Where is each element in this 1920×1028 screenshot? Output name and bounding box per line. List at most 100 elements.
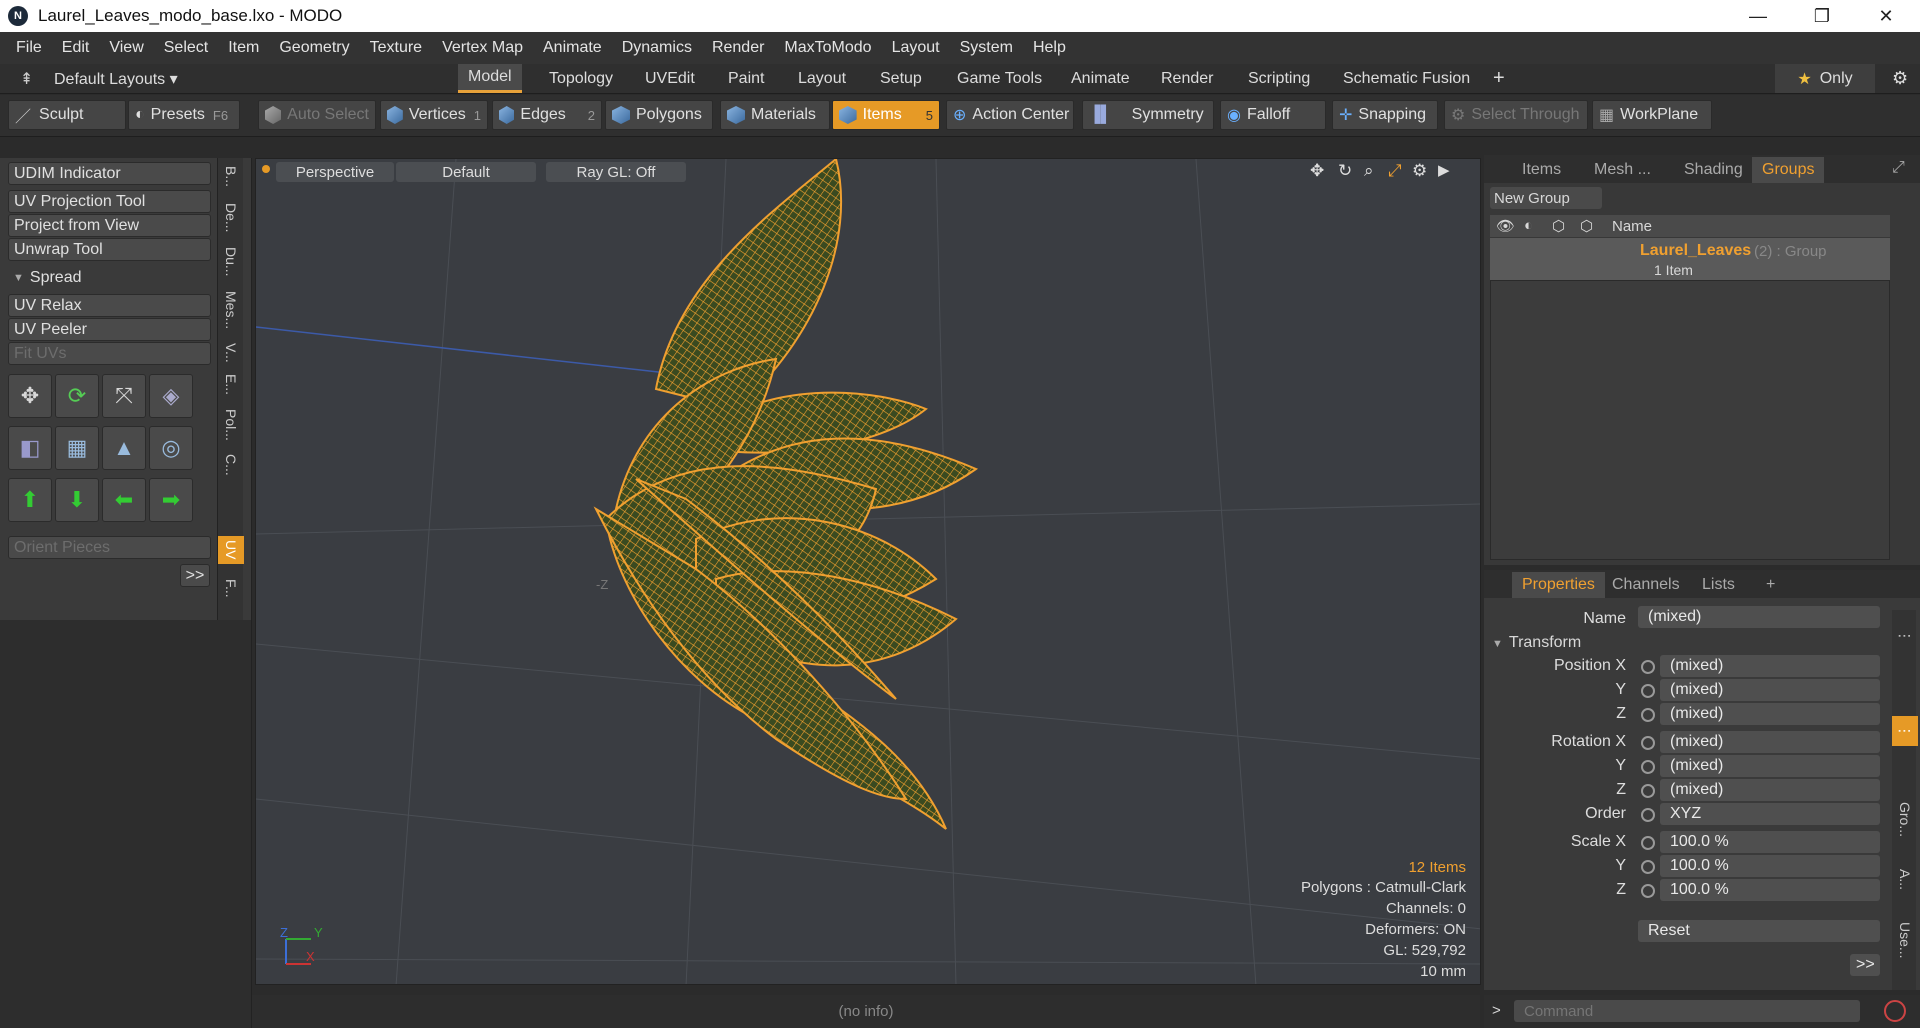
menu-layout[interactable]: Layout [882, 39, 950, 57]
select-through-button[interactable]: ⚙ Select Through [1444, 100, 1588, 130]
position-y-field[interactable]: (mixed) [1660, 679, 1880, 701]
tab-groups[interactable]: Groups [1752, 157, 1825, 183]
tab-scripting[interactable]: Scripting [1238, 64, 1320, 93]
viewport-dot-icon[interactable] [262, 165, 270, 173]
layout-arrow-icon[interactable]: ⇞ [10, 64, 43, 93]
menu-item[interactable]: Item [218, 39, 269, 57]
arrow-down-icon[interactable]: ⬇ [55, 478, 99, 522]
uv-box-icon[interactable]: ◈ [149, 374, 193, 418]
vertices-button[interactable]: Vertices 1 [380, 100, 488, 130]
presets-button[interactable]: ◐ Presets F6 [128, 100, 240, 130]
shading-dropdown[interactable]: Default [396, 162, 536, 182]
scale-y-anim-icon[interactable] [1641, 860, 1655, 874]
vtab-vertex[interactable]: V... [218, 338, 244, 368]
vtab-basic[interactable]: B... [218, 160, 244, 194]
rotation-x-field[interactable]: (mixed) [1660, 731, 1880, 753]
side-tab-assembly[interactable]: A... [1892, 860, 1918, 900]
uv-relax-button[interactable]: UV Relax [8, 294, 211, 317]
lock-icon[interactable]: ⬡ [1552, 217, 1565, 235]
uv-sphere-icon[interactable]: ◎ [149, 426, 193, 470]
maximize-icon[interactable]: ⤢ [1388, 161, 1402, 181]
arrow-up-icon[interactable]: ⬆ [8, 478, 52, 522]
unwrap-tool-button[interactable]: Unwrap Tool [8, 238, 211, 261]
close-button[interactable]: ✕ [1854, 0, 1918, 32]
viewport-gear-icon[interactable]: ⚙ [1412, 161, 1427, 181]
menu-system[interactable]: System [950, 39, 1023, 57]
reset-dropdown[interactable]: Reset [1638, 920, 1880, 942]
menu-file[interactable]: File [6, 39, 52, 57]
scale-z-anim-icon[interactable] [1641, 884, 1655, 898]
tab-layout[interactable]: Layout [788, 64, 856, 93]
command-input[interactable] [1514, 1000, 1860, 1022]
side-tab-groups[interactable]: Gro... [1892, 790, 1918, 850]
materials-button[interactable]: Materials [720, 100, 830, 130]
menu-texture[interactable]: Texture [360, 39, 432, 57]
uv-projection-tool-button[interactable]: UV Projection Tool [8, 190, 211, 213]
vtab-mesh[interactable]: Mes... [218, 284, 244, 336]
uv-peeler-button[interactable]: UV Peeler [8, 318, 211, 341]
position-z-field[interactable]: (mixed) [1660, 703, 1880, 725]
layout-selector[interactable]: Default Layouts ▾ [44, 64, 188, 93]
position-y-anim-icon[interactable] [1641, 684, 1655, 698]
add-properties-tab[interactable]: + [1756, 572, 1785, 598]
order-dropdown[interactable]: XYZ [1660, 803, 1880, 825]
only-button[interactable]: ★ Only [1775, 64, 1875, 93]
panel-maximize-icon[interactable]: ⤢ [1892, 159, 1905, 177]
tab-properties[interactable]: Properties [1512, 572, 1605, 598]
project-from-view-button[interactable]: Project from View [8, 214, 211, 237]
vtab-deform[interactable]: De... [218, 196, 244, 240]
rotation-y-field[interactable]: (mixed) [1660, 755, 1880, 777]
vtab-uv[interactable]: UV [218, 536, 244, 564]
tab-uvedit[interactable]: UVEdit [635, 64, 705, 93]
arrow-left-icon[interactable]: ⬅ [102, 478, 146, 522]
symmetry-button[interactable]: ▐▌ Symmetry [1082, 100, 1214, 130]
edges-button[interactable]: Edges 2 [492, 100, 602, 130]
gear-icon[interactable]: ⚙ [1882, 64, 1918, 93]
name-field[interactable]: (mixed) [1638, 606, 1880, 628]
rotation-z-field[interactable]: (mixed) [1660, 779, 1880, 801]
group-row[interactable]: Laurel_Leaves (2) : Group 1 Item [1490, 238, 1890, 280]
uv-cylinder-icon[interactable]: ◧ [8, 426, 52, 470]
menu-animate[interactable]: Animate [533, 39, 612, 57]
tab-schematic-fusion[interactable]: Schematic Fusion [1333, 64, 1480, 93]
vtab-duplicate[interactable]: Du... [218, 242, 244, 282]
visibility-eye-icon[interactable]: 👁 [1496, 217, 1515, 235]
tab-game-tools[interactable]: Game Tools [947, 64, 1052, 93]
uv-perspective-icon[interactable]: ▲ [102, 426, 146, 470]
action-center-button[interactable]: ⊕ Action Center [946, 100, 1074, 130]
tab-mesh[interactable]: Mesh ... [1584, 157, 1661, 183]
tab-render[interactable]: Render [1151, 64, 1223, 93]
side-tab-more[interactable]: ⋮ [1892, 620, 1918, 652]
tab-topology[interactable]: Topology [539, 64, 623, 93]
vtab-fusion[interactable]: F... [218, 566, 244, 610]
tab-setup[interactable]: Setup [870, 64, 932, 93]
pan-icon[interactable]: ✥ [1310, 161, 1324, 181]
scale-x-anim-icon[interactable] [1641, 836, 1655, 850]
arrow-right-icon[interactable]: ➡ [149, 478, 193, 522]
polygons-button[interactable]: Polygons [605, 100, 713, 130]
menu-vertex-map[interactable]: Vertex Map [432, 39, 533, 57]
menu-select[interactable]: Select [154, 39, 218, 57]
menu-edit[interactable]: Edit [52, 39, 100, 57]
tab-channels[interactable]: Channels [1602, 572, 1690, 598]
add-tab-button[interactable]: + [1483, 64, 1515, 93]
udim-indicator-button[interactable]: UDIM Indicator [8, 162, 211, 185]
perspective-dropdown[interactable]: Perspective [276, 162, 394, 182]
menu-geometry[interactable]: Geometry [269, 39, 359, 57]
tab-shading[interactable]: Shading [1674, 157, 1753, 183]
scale-z-field[interactable]: 100.0 % [1660, 879, 1880, 901]
vtab-polygon[interactable]: Pol... [218, 402, 244, 448]
minimize-button[interactable]: — [1726, 0, 1790, 32]
3d-viewport[interactable]: -Z Z Y X Perspective Default Ray GL: Off… [255, 158, 1481, 985]
vtab-edge[interactable]: E... [218, 370, 244, 400]
snapping-button[interactable]: ✛ Snapping [1332, 100, 1438, 130]
side-tab-user[interactable]: Use... [1892, 910, 1918, 970]
uv-grid-icon[interactable]: ▦ [55, 426, 99, 470]
tab-paint[interactable]: Paint [718, 64, 774, 93]
vtab-curve[interactable]: C... [218, 450, 244, 480]
orient-pieces-button[interactable]: Orient Pieces [8, 536, 211, 559]
rotation-x-anim-icon[interactable] [1641, 736, 1655, 750]
position-x-anim-icon[interactable] [1641, 660, 1655, 674]
items-button[interactable]: Items 5 [832, 100, 940, 130]
tab-items[interactable]: Items [1512, 157, 1571, 183]
